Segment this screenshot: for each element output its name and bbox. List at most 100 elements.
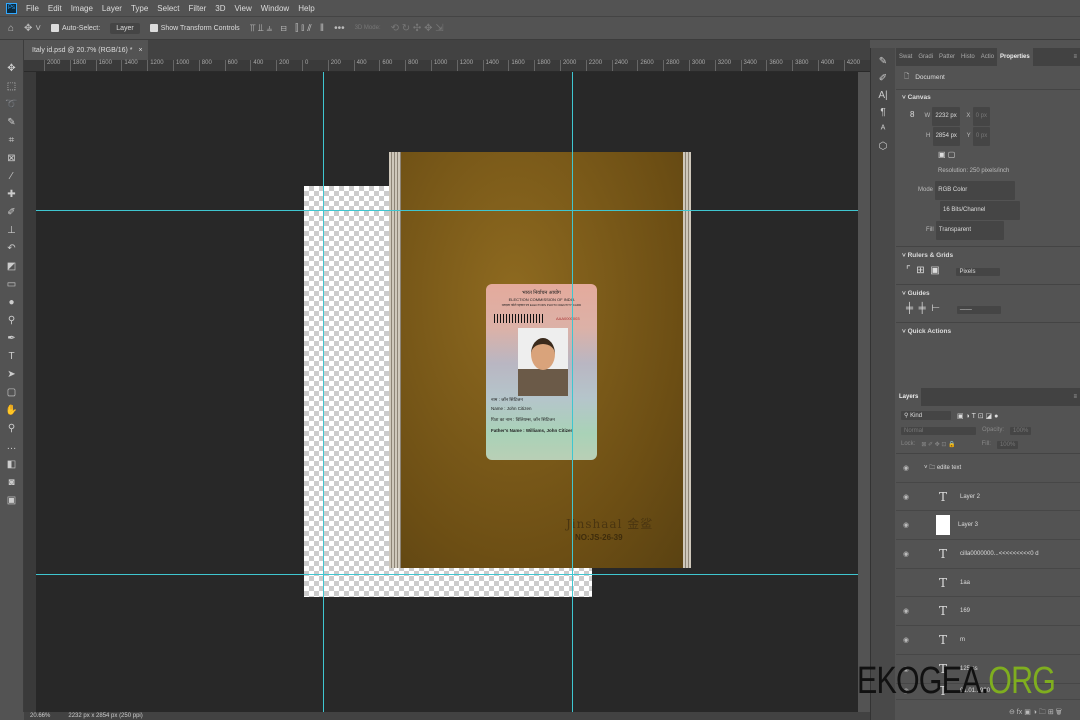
landscape-orientation-icon[interactable]: ▢ bbox=[948, 150, 956, 159]
guide-vertical[interactable] bbox=[323, 72, 324, 712]
guide-lock-icon[interactable]: ╪ bbox=[919, 303, 926, 314]
rulers-grids-section[interactable]: ˅ Rulers & Grids bbox=[896, 246, 1080, 259]
menu-3d[interactable]: 3D bbox=[215, 4, 225, 13]
history-brush-icon[interactable]: ↶ bbox=[7, 242, 15, 256]
layers-footer-icons[interactable]: ⊖ fx ▣ ◑ 🗀 ⊞ 🗑 bbox=[896, 708, 1080, 720]
crop-tool-icon[interactable]: ⌗ bbox=[9, 134, 15, 148]
show-transform-checkbox[interactable]: Show Transform Controls bbox=[149, 24, 240, 32]
x-field[interactable]: 0 px bbox=[972, 107, 990, 126]
menu-window[interactable]: Window bbox=[261, 4, 289, 13]
filter-icons[interactable]: ▣ ◑ T ⊡ ◪ ● bbox=[957, 412, 998, 420]
marquee-tool-icon[interactable]: ⬚ bbox=[7, 80, 16, 94]
menu-view[interactable]: View bbox=[235, 4, 252, 13]
layer-row-group[interactable]: ◉ ˅ 🗀 edite text bbox=[896, 454, 1080, 483]
close-tab-icon[interactable]: × bbox=[138, 47, 142, 54]
menu-edit[interactable]: Edit bbox=[48, 4, 62, 13]
lock-icons[interactable]: ⊠ ✐ ✥ ⊡ 🔒 bbox=[921, 441, 955, 449]
tab-patterns[interactable]: Patter bbox=[936, 54, 958, 60]
bit-depth-dropdown[interactable]: 16 Bits/Channel bbox=[940, 201, 1020, 220]
visibility-eye-icon[interactable]: ◉ bbox=[896, 636, 916, 644]
visibility-eye-icon[interactable]: ◉ bbox=[896, 607, 916, 615]
visibility-eye-icon[interactable]: ◉ bbox=[896, 464, 916, 472]
glyphs-icon[interactable]: ᴬ bbox=[881, 124, 886, 135]
mode-dropdown[interactable]: RGB Color bbox=[935, 181, 1016, 200]
eraser-tool-icon[interactable]: ◩ bbox=[7, 260, 16, 274]
menu-select[interactable]: Select bbox=[157, 4, 179, 13]
color-swatches-icon[interactable]: ◧ bbox=[7, 458, 16, 472]
opacity-field[interactable]: 100% bbox=[1010, 427, 1032, 435]
guide-horizontal[interactable] bbox=[36, 574, 858, 575]
canvas-area[interactable]: भारत निर्वाचन आयोग ELECTION COMMISSION O… bbox=[36, 72, 858, 712]
tab-properties[interactable]: Properties bbox=[997, 48, 1033, 66]
ruler-icon[interactable]: ⌜ bbox=[906, 265, 911, 276]
visibility-eye-icon[interactable]: ◉ bbox=[896, 521, 916, 529]
layers-menu-icon[interactable]: ≡ bbox=[1070, 394, 1080, 400]
grid-icon[interactable]: ⊞ bbox=[916, 265, 924, 276]
tab-gradients[interactable]: Gradi bbox=[915, 54, 936, 60]
quick-actions-section[interactable]: ˅ Quick Actions bbox=[896, 322, 1080, 335]
link-icon[interactable]: 8 bbox=[910, 110, 914, 119]
y-field[interactable]: 0 px bbox=[972, 127, 991, 146]
screen-mode-icon[interactable]: ▣ bbox=[7, 494, 16, 508]
auto-select-checkbox[interactable]: Auto-Select: bbox=[51, 24, 100, 32]
guide-vertical[interactable] bbox=[572, 72, 573, 712]
zoom-tool-icon[interactable]: ⚲ bbox=[8, 422, 15, 436]
lasso-tool-icon[interactable]: ➰ bbox=[5, 98, 17, 112]
new-guide-layout-icon[interactable]: ⊢ bbox=[931, 303, 940, 314]
paragraph-icon[interactable]: ¶ bbox=[880, 107, 885, 118]
blend-mode-dropdown[interactable]: Normal bbox=[901, 427, 976, 435]
layer-row[interactable]: ◉ T Layer 2 bbox=[896, 483, 1080, 512]
frame-tool-icon[interactable]: ⊠ bbox=[7, 152, 15, 166]
hand-tool-icon[interactable]: ✋ bbox=[5, 404, 17, 418]
visibility-eye-icon[interactable]: ◉ bbox=[896, 550, 916, 558]
path-select-icon[interactable]: ➤ bbox=[7, 368, 15, 382]
height-field[interactable]: 2854 px bbox=[932, 127, 960, 146]
eyedropper-tool-icon[interactable]: ⁄ bbox=[11, 170, 13, 184]
guide-icon[interactable]: ╪ bbox=[906, 303, 913, 314]
visibility-off-icon[interactable]: ▫ bbox=[896, 579, 916, 586]
menu-image[interactable]: Image bbox=[71, 4, 93, 13]
fill-field[interactable]: 100% bbox=[996, 441, 1019, 449]
tab-actions[interactable]: Actio bbox=[978, 54, 997, 60]
tab-history[interactable]: Histo bbox=[958, 54, 978, 60]
stamp-tool-icon[interactable]: ⊥ bbox=[7, 224, 16, 238]
quick-select-tool-icon[interactable]: ✎ bbox=[7, 116, 15, 130]
guide-style-dropdown[interactable]: —— bbox=[956, 306, 1001, 314]
zoom-level[interactable]: 20.66% bbox=[30, 712, 50, 720]
more-options-icon[interactable]: ••• bbox=[334, 23, 345, 34]
character-icon[interactable]: A| bbox=[878, 90, 887, 101]
layer-row[interactable]: ◉ Tm bbox=[896, 626, 1080, 655]
type-tool-icon[interactable]: T bbox=[8, 350, 14, 364]
home-icon[interactable]: ⌂ bbox=[8, 23, 14, 34]
menu-filter[interactable]: Filter bbox=[189, 4, 207, 13]
healing-tool-icon[interactable]: ✚ bbox=[7, 188, 15, 202]
pen-tool-icon[interactable]: ✒ bbox=[7, 332, 15, 346]
more-tools-icon[interactable]: … bbox=[7, 440, 17, 454]
brush-settings-icon[interactable]: ✎ bbox=[879, 56, 887, 67]
guides-layout-icon[interactable]: ▣ bbox=[930, 265, 939, 276]
left-ruler[interactable] bbox=[24, 72, 36, 712]
auto-select-target-dropdown[interactable]: Layer bbox=[110, 22, 140, 34]
canvas-section-title[interactable]: ˅ Canvas bbox=[896, 94, 1080, 101]
dodge-tool-icon[interactable]: ⚲ bbox=[8, 314, 15, 328]
portrait-orientation-icon[interactable]: ▣ bbox=[938, 150, 946, 159]
align-icons[interactable]: ⫪ ⫫ ⫨ ⊟ ⫿ ⫾ ⫽ ‖ bbox=[250, 23, 324, 34]
3d-icon[interactable]: ⬡ bbox=[879, 141, 888, 152]
units-dropdown[interactable]: Pixels bbox=[956, 268, 1001, 276]
document-tab[interactable]: Italy id.psd @ 20.7% (RGB/16) * × bbox=[24, 40, 148, 60]
quick-mask-icon[interactable]: ◙ bbox=[8, 476, 14, 490]
layer-row[interactable]: ◉ Layer 3 bbox=[896, 511, 1080, 541]
layer-filter-dropdown[interactable]: ⚲ Kind bbox=[901, 411, 951, 420]
tab-swatches[interactable]: Swat bbox=[896, 54, 915, 60]
layer-row[interactable]: ◉ Tcilla0000000...<<<<<<<<<0 d bbox=[896, 540, 1080, 569]
brush-tool-icon[interactable]: ✐ bbox=[7, 206, 15, 220]
menu-type[interactable]: Type bbox=[131, 4, 148, 13]
menu-layer[interactable]: Layer bbox=[102, 4, 122, 13]
layer-row[interactable]: ◉ T 169 bbox=[896, 597, 1080, 627]
visibility-eye-icon[interactable]: ◉ bbox=[896, 493, 916, 501]
shape-tool-icon[interactable]: ▢ bbox=[7, 386, 16, 400]
move-tool-icon[interactable]: ✥ bbox=[7, 62, 15, 76]
panel-menu-icon[interactable]: ≡ bbox=[1070, 54, 1080, 60]
menu-file[interactable]: File bbox=[26, 4, 39, 13]
brushes-icon[interactable]: ✐ bbox=[879, 73, 887, 84]
